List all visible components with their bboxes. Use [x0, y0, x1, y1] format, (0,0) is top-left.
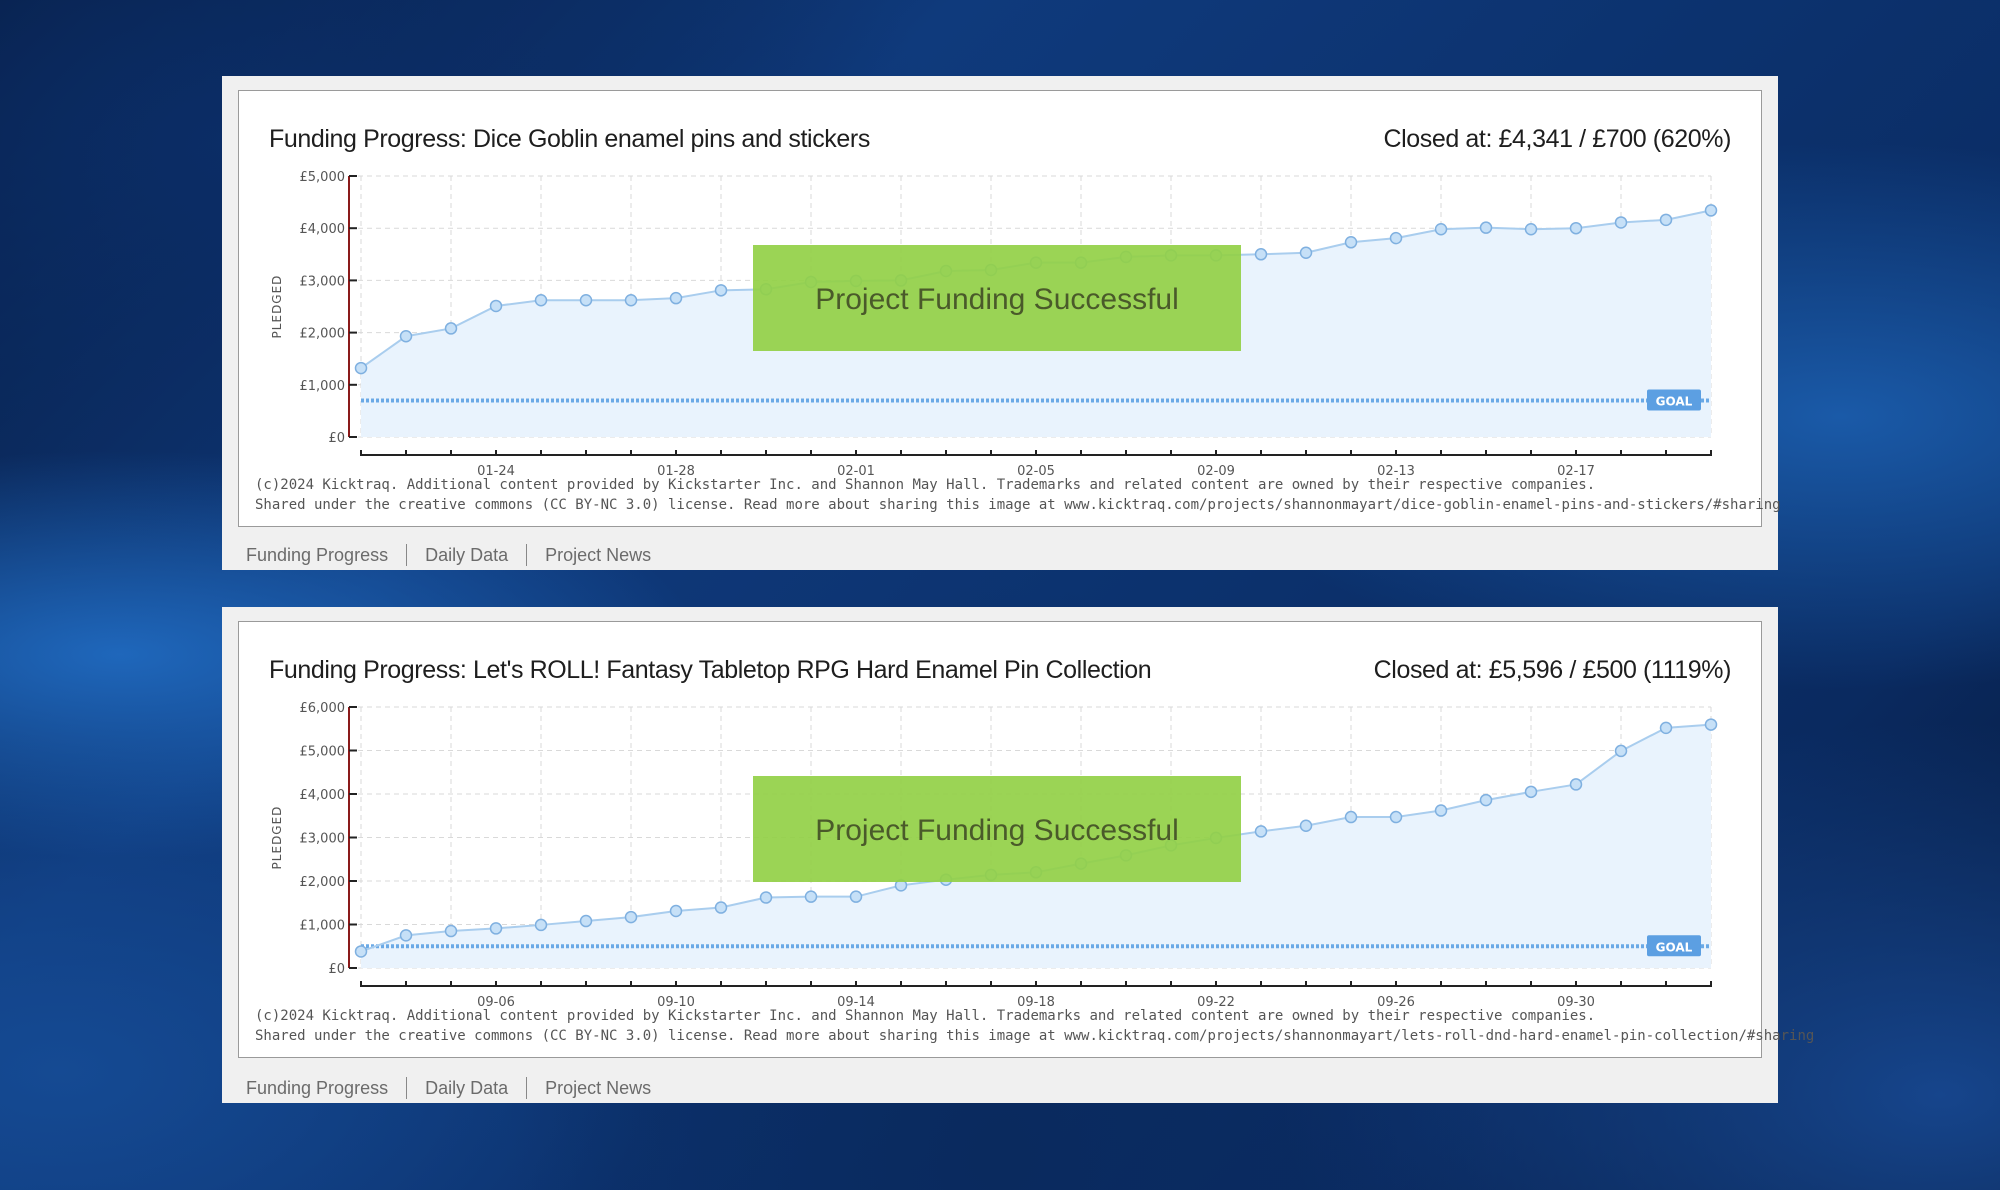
copyright-line-1: (c)2024 Kicktraq. Additional content pro… — [255, 477, 1596, 493]
data-point — [1524, 222, 1538, 236]
y-tick-label: £2,000 — [300, 327, 346, 342]
data-point — [534, 918, 548, 932]
tab-funding-progress[interactable]: Funding Progress — [246, 545, 388, 566]
data-point — [489, 299, 503, 313]
data-point — [1479, 793, 1493, 807]
data-point — [354, 361, 368, 375]
goal-badge: GOAL — [1647, 389, 1701, 411]
y-tick-label: £5,000 — [300, 745, 346, 760]
data-point — [1389, 231, 1403, 245]
data-point — [1479, 221, 1493, 234]
tab-separator — [526, 1077, 528, 1099]
tab-project-news[interactable]: Project News — [545, 1078, 651, 1099]
data-point — [1614, 216, 1628, 229]
y-axis-title: PLEDGED — [270, 806, 284, 870]
funding-chart: £0 £1,000 £2,000 £3,000 £4,000 £5,000 £6,000 PL… — [270, 701, 1718, 1010]
data-point — [1659, 213, 1673, 227]
chart-frame: Funding Progress: Let's ROLL! Fantasy Ta… — [238, 621, 1814, 1058]
funding-success-banner: Project Funding Successful — [753, 776, 1241, 882]
y-tick-label: £4,000 — [300, 788, 346, 803]
data-point — [579, 914, 593, 928]
y-tick-label: £1,000 — [300, 919, 346, 934]
data-point — [1569, 778, 1583, 791]
goal-label: GOAL — [1656, 940, 1693, 954]
y-tick-label: £5,000 — [300, 170, 346, 185]
goal-badge: GOAL — [1647, 935, 1701, 957]
data-point — [624, 910, 638, 924]
data-point — [1434, 222, 1448, 236]
data-point — [1344, 810, 1358, 824]
data-point — [1299, 246, 1313, 259]
funding-widget-2: Funding Progress: Let's ROLL! Fantasy Ta… — [222, 607, 1814, 1103]
y-tick-label: £1,000 — [300, 379, 346, 394]
data-point — [1389, 810, 1403, 824]
data-point — [1614, 744, 1628, 758]
data-point — [714, 284, 728, 297]
widget-tabs: Funding Progress Daily Data Project News — [246, 1077, 651, 1099]
tab-separator — [406, 544, 408, 566]
data-point — [669, 904, 683, 918]
widget-tabs: Funding Progress Daily Data Project News — [246, 544, 651, 566]
tab-project-news[interactable]: Project News — [545, 545, 651, 566]
data-point — [669, 291, 683, 305]
data-point — [1659, 721, 1673, 735]
data-point — [1569, 221, 1583, 235]
data-point — [534, 293, 548, 307]
banner-text: Project Funding Successful — [815, 283, 1179, 316]
data-point — [399, 330, 413, 343]
y-tick-label: £0 — [328, 962, 345, 977]
y-tick-label: £2,000 — [300, 875, 346, 890]
copyright-line-2: Shared under the creative commons (CC BY… — [255, 1028, 1815, 1044]
data-point — [579, 293, 593, 307]
data-point — [444, 924, 458, 938]
banner-text: Project Funding Successful — [815, 814, 1179, 847]
data-point — [1434, 804, 1448, 817]
chart-frame: Funding Progress: Dice Goblin enamel pin… — [238, 90, 1781, 527]
y-tick-label: £0 — [328, 431, 345, 446]
data-point — [354, 945, 368, 958]
data-point — [444, 322, 458, 335]
y-tick-label: £3,000 — [300, 832, 346, 847]
data-point — [759, 891, 773, 904]
data-point — [399, 929, 413, 942]
data-point — [1524, 785, 1538, 799]
data-point — [1704, 204, 1718, 217]
data-point — [804, 890, 818, 903]
tab-daily-data[interactable]: Daily Data — [425, 545, 508, 566]
y-axis-title: PLEDGED — [270, 275, 284, 339]
y-tick-label: £6,000 — [300, 701, 346, 716]
y-tick-label: £4,000 — [300, 222, 346, 237]
copyright-line-2: Shared under the creative commons (CC BY… — [255, 497, 1781, 513]
tab-funding-progress[interactable]: Funding Progress — [246, 1078, 388, 1099]
copyright-line-1: (c)2024 Kicktraq. Additional content pro… — [255, 1008, 1596, 1024]
data-point — [1254, 248, 1268, 261]
tab-daily-data[interactable]: Daily Data — [425, 1078, 508, 1099]
data-point — [714, 901, 728, 914]
data-point — [489, 922, 503, 935]
data-point — [1704, 718, 1718, 731]
tab-separator — [526, 544, 528, 566]
tab-separator — [406, 1077, 408, 1099]
data-point — [1344, 236, 1358, 249]
funding-chart: £0 £1,000 £2,000 £3,000 £4,000 £5,000 PLEDGED G… — [270, 170, 1718, 479]
y-tick-label: £3,000 — [300, 274, 346, 289]
goal-label: GOAL — [1656, 394, 1693, 408]
funding-success-banner: Project Funding Successful — [753, 245, 1241, 351]
data-point — [1254, 825, 1268, 838]
data-point — [624, 293, 638, 307]
data-point — [1299, 819, 1313, 833]
data-point — [849, 890, 863, 903]
funding-widget-1: Funding Progress: Dice Goblin enamel pin… — [222, 76, 1781, 570]
